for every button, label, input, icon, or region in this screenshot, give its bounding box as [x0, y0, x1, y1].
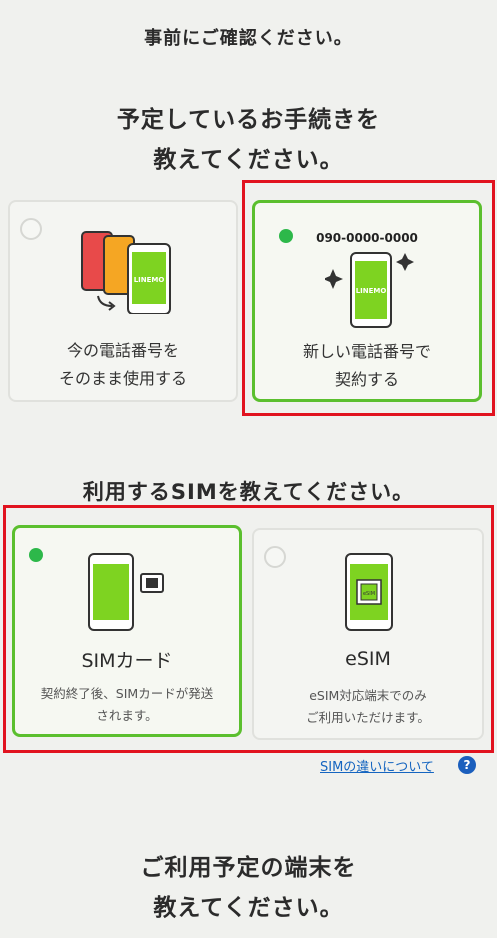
- highlight-new-number: [242, 180, 495, 416]
- phones-transfer-illustration: LINEMO: [81, 231, 171, 314]
- procedure-title-line1: 予定しているお手続きを: [116, 107, 381, 133]
- procedure-title-line2: 教えてください。: [153, 147, 344, 173]
- keep-number-radio[interactable]: [20, 218, 42, 240]
- top-note: 事前にご確認ください。: [144, 28, 353, 49]
- help-icon[interactable]: ?: [458, 756, 476, 774]
- device-title-line2: 教えてください。: [153, 895, 344, 921]
- keep-phone-brand: LINEMO: [134, 276, 165, 284]
- sim-difference-link[interactable]: SIMの違いについて: [320, 756, 434, 775]
- keep-number-line2: そのまま使用する: [58, 369, 187, 388]
- device-title: ご利用予定の端末を 教えてください。: [0, 848, 497, 928]
- option-keep-number-card[interactable]: LINEMO 今の電話番号を そのまま使用する: [8, 200, 238, 402]
- keep-number-line1: 今の電話番号を: [66, 341, 179, 360]
- device-title-line1: ご利用予定の端末を: [140, 855, 357, 881]
- highlight-sim-section: [3, 505, 494, 753]
- procedure-title: 予定しているお手続きを 教えてください。: [0, 100, 497, 180]
